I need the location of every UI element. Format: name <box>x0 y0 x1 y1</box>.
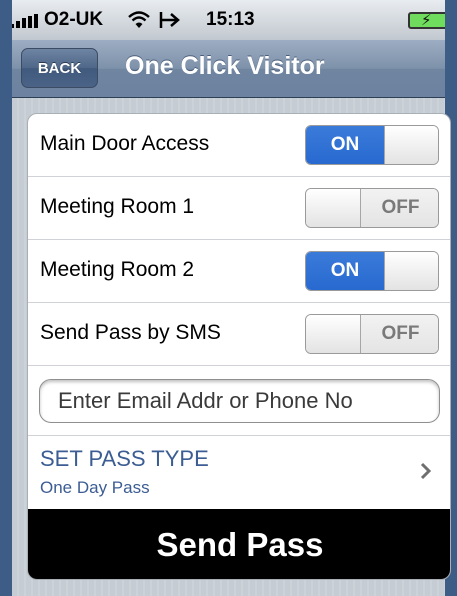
settings-group: Main Door Access ON Meeting Room 1 OFF M… <box>27 113 451 580</box>
status-bar: O2-UK 15:13 ⚡ <box>0 0 457 40</box>
contact-input-row <box>28 366 450 436</box>
toggle-off-label: OFF <box>361 189 438 227</box>
setting-row-send-sms: Send Pass by SMS OFF <box>28 303 450 366</box>
status-time: 15:13 <box>206 9 255 30</box>
signal-icon <box>10 14 40 28</box>
arrow-icon <box>159 12 180 28</box>
setting-label: Meeting Room 2 <box>40 258 195 281</box>
toggle-on-label: ON <box>306 126 384 164</box>
bolt-icon: ⚡ <box>421 12 432 29</box>
setting-label: Main Door Access <box>40 132 210 155</box>
meeting-room-1-toggle[interactable]: OFF <box>305 188 439 228</box>
setting-label: Meeting Room 1 <box>40 195 195 218</box>
setting-row-main-door: Main Door Access ON <box>28 114 450 177</box>
left-edge <box>0 0 12 596</box>
page-title: One Click Visitor <box>125 52 325 80</box>
pass-type-value: One Day Pass <box>40 478 150 497</box>
battery-charging-icon: ⚡ <box>408 12 452 29</box>
send-pass-button[interactable]: Send Pass <box>28 509 450 579</box>
main-door-toggle[interactable]: ON <box>305 125 439 165</box>
pass-type-title: SET PASS TYPE <box>40 446 209 471</box>
setting-row-meeting-room-2: Meeting Room 2 ON <box>28 240 450 303</box>
wifi-icon <box>128 11 150 28</box>
toggle-knob <box>384 126 438 164</box>
back-button[interactable]: BACK <box>21 48 98 88</box>
navigation-bar: BACK One Click Visitor <box>0 40 457 98</box>
meeting-room-2-toggle[interactable]: ON <box>305 251 439 291</box>
toggle-knob <box>306 189 361 227</box>
setting-row-meeting-room-1: Meeting Room 1 OFF <box>28 177 450 240</box>
carrier-name: O2-UK <box>44 9 104 30</box>
send-sms-toggle[interactable]: OFF <box>305 314 439 354</box>
set-pass-type-row[interactable]: SET PASS TYPE One Day Pass <box>28 436 450 509</box>
setting-label: Send Pass by SMS <box>40 321 221 344</box>
toggle-knob <box>384 252 438 290</box>
chevron-right-icon <box>420 462 432 480</box>
email-or-phone-input[interactable] <box>39 379 440 423</box>
toggle-knob <box>306 315 361 353</box>
toggle-on-label: ON <box>306 252 384 290</box>
toggle-off-label: OFF <box>361 315 438 353</box>
